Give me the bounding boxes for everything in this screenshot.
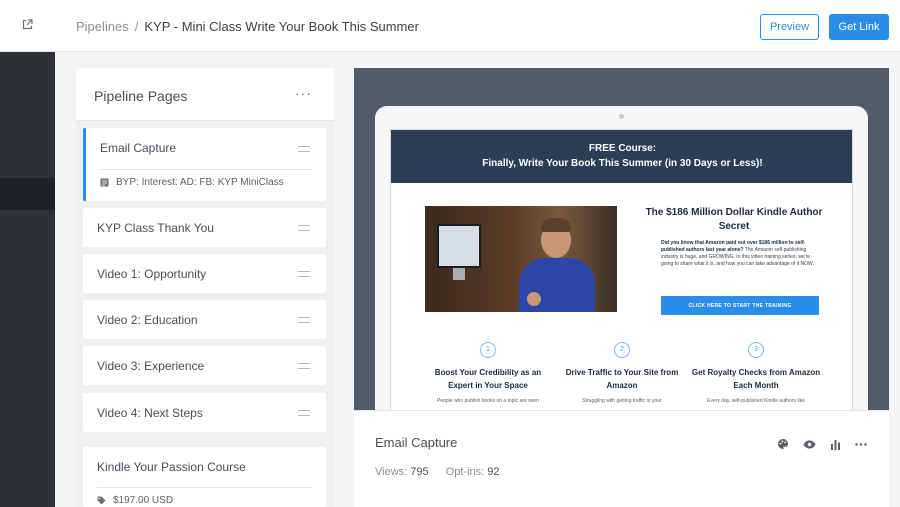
drag-handle-icon[interactable]	[298, 410, 310, 416]
pipeline-panel-header: Pipeline Pages ···	[76, 68, 334, 121]
left-rail	[0, 0, 55, 507]
get-link-button[interactable]: Get Link	[829, 14, 889, 40]
page-item-subtitle-text: BYP: Interest: AD: FB: KYP MiniClass	[116, 177, 284, 188]
feature-1: 1 Boost Your Credibility as an Expert in…	[423, 342, 553, 405]
feature-desc: Struggling with getting traffic to your	[582, 398, 662, 404]
page-item-label: Email Capture	[100, 141, 177, 155]
page-item-subtitle: BYP: Interest: AD: FB: KYP MiniClass	[100, 177, 284, 188]
camera-dot	[619, 114, 624, 119]
rail-active-item[interactable]	[0, 178, 55, 210]
list-icon	[100, 178, 109, 187]
page-item-label: Video 4: Next Steps	[97, 406, 203, 420]
page-stats: Views: 795 Opt-ins: 92	[375, 466, 500, 478]
feature-number: 1	[480, 342, 496, 358]
preview-screen[interactable]: FREE Course: Finally, Write Your Book Th…	[390, 129, 853, 410]
palette-icon[interactable]	[776, 437, 790, 451]
optins-value: 92	[487, 466, 500, 478]
page-item-kyp-class-thank-you[interactable]: KYP Class Thank You	[83, 208, 326, 247]
page-item-label: KYP Class Thank You	[97, 221, 214, 235]
hero-banner: FREE Course: Finally, Write Your Book Th…	[391, 130, 852, 183]
page-item-label: Video 3: Experience	[97, 359, 205, 373]
feature-number: 2	[614, 342, 630, 358]
more-options-icon[interactable]	[854, 437, 868, 451]
feature-number: 3	[748, 342, 764, 358]
feature-title: Drive Traffic to Your Site from Amazon	[565, 368, 679, 390]
drag-handle-icon[interactable]	[298, 225, 310, 231]
hero-line-1: FREE Course:	[588, 143, 657, 154]
page-item-label: Video 1: Opportunity	[97, 267, 207, 281]
offer-text: Did you know that Amazon paid out over $…	[661, 240, 821, 268]
eye-icon[interactable]	[802, 437, 816, 451]
page-item-video-4[interactable]: Video 4: Next Steps	[83, 393, 326, 432]
optins-label: Opt-ins:	[445, 466, 485, 478]
page-item-video-1[interactable]: Video 1: Opportunity	[83, 254, 326, 293]
video-thumbnail[interactable]	[425, 206, 617, 312]
breadcrumb-root[interactable]: Pipelines	[76, 19, 129, 34]
feature-2: 2 Drive Traffic to Your Site from Amazon…	[557, 342, 687, 405]
device-frame: FREE Course: Finally, Write Your Book Th…	[375, 106, 868, 410]
product-price: $197.00 USD	[97, 495, 173, 506]
breadcrumb: Pipelines / KYP - Mini Class Write Your Bo…	[76, 19, 419, 34]
start-training-button[interactable]: CLICK HERE TO START THE TRAINING	[661, 296, 819, 315]
presenter-hair	[541, 218, 571, 232]
panel-more-button[interactable]: ···	[295, 85, 312, 101]
card-divider	[97, 487, 312, 488]
rail-top	[0, 0, 55, 52]
monitor-stand-shape	[453, 268, 465, 280]
drag-handle-icon[interactable]	[298, 271, 310, 277]
product-price-text: $197.00 USD	[113, 495, 174, 506]
external-link-icon[interactable]	[22, 17, 33, 35]
views-label: Views:	[375, 466, 408, 478]
feature-3: 3 Get Royalty Checks from Amazon Each Mo…	[691, 342, 821, 405]
page-item-video-3[interactable]: Video 3: Experience	[83, 346, 326, 385]
panel-title: Pipeline Pages	[94, 88, 188, 104]
presenter-hand	[527, 292, 541, 306]
breadcrumb-current: KYP - Mini Class Write Your Book This Su…	[144, 19, 419, 34]
feature-desc: Every day, self-published Kindle authors…	[707, 398, 805, 404]
page-item-video-2[interactable]: Video 2: Education	[83, 300, 326, 339]
hero-line-2: Finally, Write Your Book This Summer (in…	[482, 158, 763, 169]
feature-title: Get Royalty Checks from Amazon Each Mont…	[691, 368, 821, 390]
feature-title: Boost Your Credibility as an Expert in Y…	[434, 368, 542, 390]
offer-title: The $186 Million Dollar Kindle Author Se…	[645, 207, 823, 232]
product-name: Kindle Your Passion Course	[97, 460, 246, 474]
breadcrumb-separator: /	[134, 19, 139, 34]
views-value: 795	[410, 466, 429, 478]
bar-chart-icon[interactable]	[828, 437, 842, 451]
page-preview: FREE Course: Finally, Write Your Book Th…	[354, 68, 889, 410]
page-info-panel: Email Capture Views: 795 Opt-ins: 92	[354, 410, 889, 507]
page-actions	[776, 437, 868, 451]
price-tag-icon	[97, 496, 106, 505]
feature-desc: People who publish books on a topic are …	[436, 398, 539, 404]
card-divider	[100, 169, 312, 170]
top-header: Pipelines / KYP - Mini Class Write Your Bo…	[55, 0, 900, 52]
page-item-email-capture[interactable]: Email Capture BYP: Interest: AD: FB: KYP…	[83, 128, 326, 201]
preview-button[interactable]: Preview	[760, 14, 819, 40]
drag-handle-icon[interactable]	[298, 363, 310, 369]
page-info-title: Email Capture	[375, 435, 458, 450]
page-item-label: Video 2: Education	[97, 313, 198, 327]
product-item[interactable]: Kindle Your Passion Course $197.00 USD	[83, 447, 326, 507]
drag-handle-icon[interactable]	[298, 317, 310, 323]
drag-handle-icon[interactable]	[298, 146, 310, 152]
monitor-shape	[437, 224, 481, 268]
